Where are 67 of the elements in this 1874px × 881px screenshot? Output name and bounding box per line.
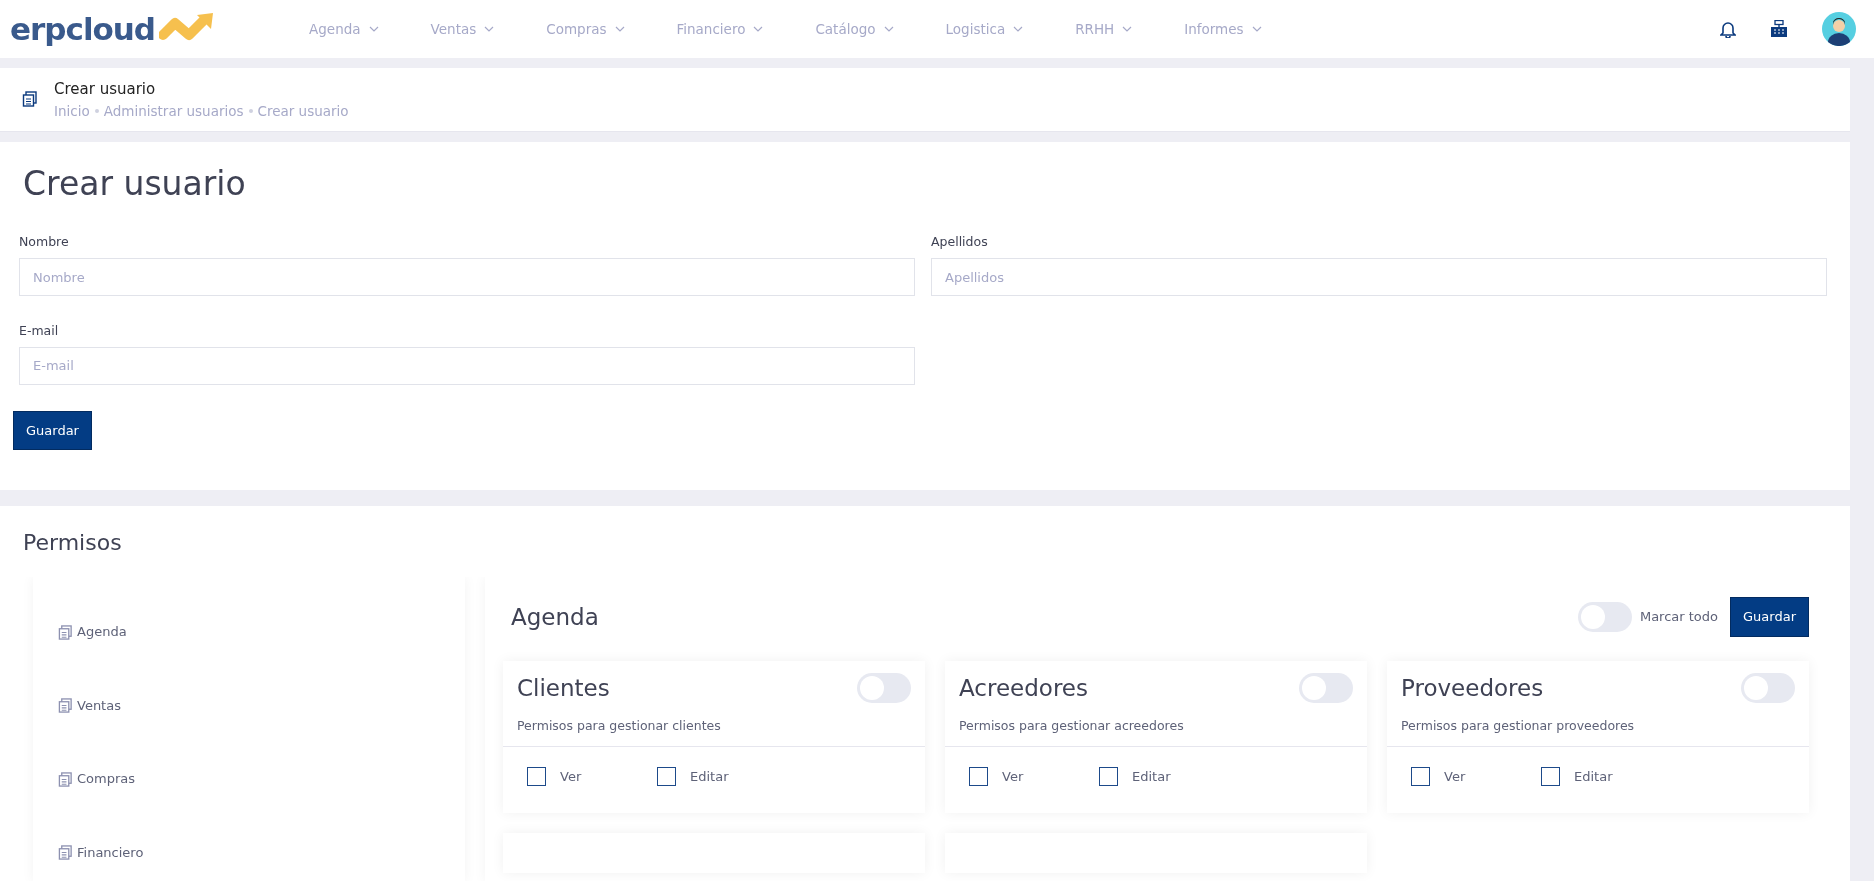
checkbox[interactable] [527, 767, 546, 787]
chevron-down-icon [1013, 26, 1024, 32]
field-label: Nombre [19, 233, 70, 252]
text-input[interactable]: Nombre [19, 258, 915, 297]
chevron-down-icon [368, 26, 379, 32]
toggle-label: Marcar todo [1639, 608, 1719, 627]
document-icon [58, 624, 73, 640]
field-label: E-mail [19, 322, 60, 341]
sidebar-item[interactable]: Compras [58, 769, 440, 789]
breadcrumb-link[interactable]: Crear usuario [257, 100, 349, 121]
checkbox-label: Editar [1132, 768, 1171, 787]
field-label: Apellidos [931, 233, 989, 252]
nav-menu-item[interactable]: Agenda [309, 18, 379, 40]
checkbox-label: Editar [690, 768, 729, 787]
toggle-switch[interactable] [1741, 673, 1795, 704]
nav-menu-item[interactable]: Financiero [676, 18, 764, 40]
checkbox[interactable] [1541, 767, 1560, 787]
chevron-down-icon [1122, 26, 1133, 32]
card-description: Permisos para gestionar acreedores [959, 717, 1185, 736]
panel-title: Agenda [510, 602, 599, 632]
checkbox[interactable] [969, 767, 988, 787]
checkbox-label: Editar [1574, 768, 1613, 787]
chevron-down-icon [614, 26, 625, 32]
sidebar-item[interactable]: Ventas [58, 695, 440, 716]
section-title: Permisos [23, 529, 123, 558]
checkbox[interactable] [657, 767, 676, 787]
cash-register-icon[interactable] [1770, 20, 1788, 38]
toggle-switch[interactable] [857, 673, 911, 704]
breadcrumb-link[interactable]: Administrar usuarios [103, 100, 244, 121]
checkbox[interactable] [1411, 767, 1430, 787]
checkbox-label: Ver [560, 768, 582, 787]
toggle-switch[interactable] [1577, 602, 1632, 633]
nav-menu-item[interactable]: Ventas [430, 18, 495, 40]
avatar-icon[interactable] [1822, 12, 1856, 46]
checkbox-label: Ver [1444, 768, 1466, 787]
save-button[interactable]: Guardar [13, 410, 92, 451]
document-icon [22, 91, 38, 108]
form-title: Crear usuario [23, 163, 247, 204]
bell-icon[interactable] [1720, 20, 1736, 38]
document-icon [58, 771, 73, 787]
sidebar-item[interactable]: Financiero [58, 842, 440, 863]
chevron-down-icon [753, 26, 764, 32]
card-description: Permisos para gestionar clientes [517, 717, 722, 736]
nav-menu-item[interactable]: Informes [1184, 18, 1262, 40]
document-icon [58, 845, 73, 861]
text-input[interactable]: Apellidos [931, 258, 1827, 297]
card-title: Proveedores [1401, 673, 1544, 703]
card-title: Clientes [517, 673, 610, 703]
nav-menu-item[interactable]: Compras [546, 18, 625, 40]
card-title: Acreedores [959, 673, 1088, 703]
nav-menu-item[interactable]: Catálogo [815, 18, 894, 40]
chevron-down-icon [883, 26, 894, 32]
document-icon [58, 698, 73, 714]
nav-menu-item[interactable]: Logistica [945, 18, 1024, 40]
save-button[interactable]: Guardar [1730, 597, 1809, 637]
card-description: Permisos para gestionar proveedores [1401, 717, 1636, 736]
checkbox-label: Ver [1002, 768, 1024, 787]
text-input[interactable]: E-mail [19, 346, 915, 385]
nav-menu-item[interactable]: RRHH [1075, 18, 1133, 40]
sidebar-item[interactable]: Agenda [58, 622, 440, 642]
chevron-down-icon [484, 26, 495, 32]
page-title: Crear usuario [54, 79, 157, 100]
breadcrumb-link[interactable]: Inicio [54, 100, 90, 121]
chevron-down-icon [1251, 26, 1262, 32]
toggle-switch[interactable] [1299, 673, 1353, 704]
brand-logo-text: erpcloud [10, 9, 156, 49]
checkbox[interactable] [1099, 767, 1118, 787]
